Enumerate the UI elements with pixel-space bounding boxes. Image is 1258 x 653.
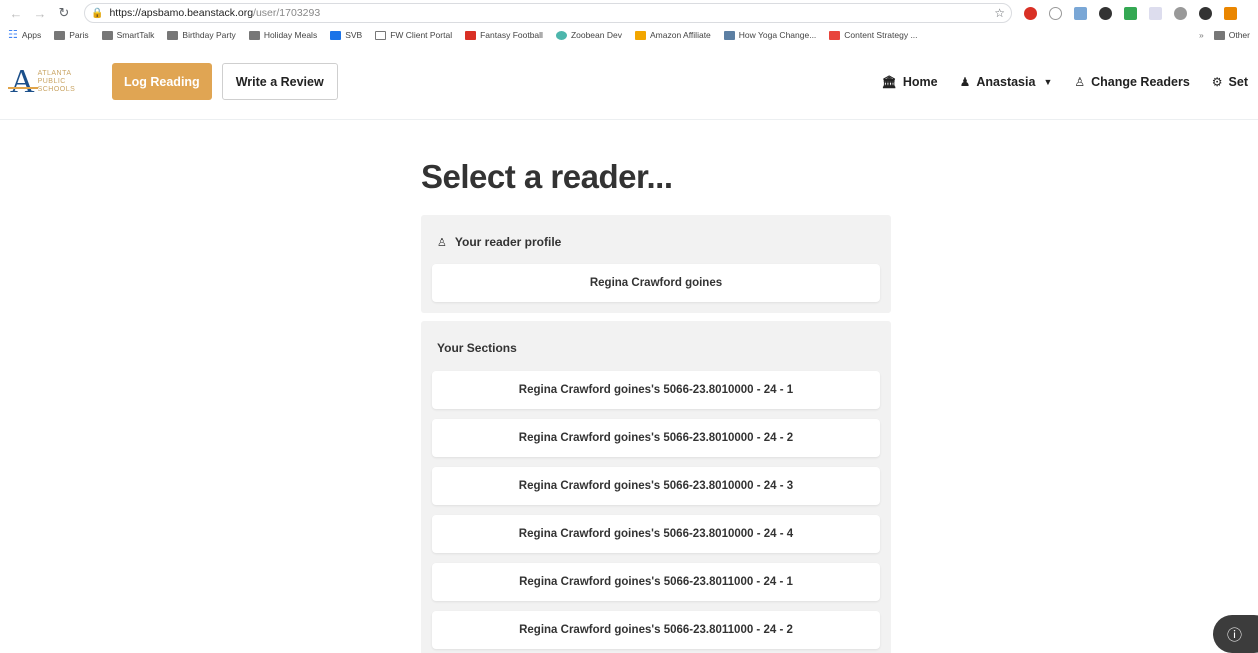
site-icon <box>465 30 477 40</box>
pinterest-extension-icon[interactable] <box>1024 6 1037 20</box>
section-card[interactable]: Regina Crawford goines's 5066-23.8010000… <box>432 419 880 457</box>
nav-home[interactable]: 🏛 Home <box>882 75 938 89</box>
folder-icon <box>167 30 179 40</box>
extension-icon[interactable] <box>1049 6 1062 20</box>
user-icon: ♙ <box>437 236 447 249</box>
extension-icons <box>1024 6 1249 20</box>
gear-icon: ⚙ <box>1211 74 1223 89</box>
more-bookmarks-icon[interactable]: » <box>1199 30 1204 40</box>
extension-icon[interactable] <box>1099 6 1112 20</box>
site-icon <box>829 30 841 40</box>
page-icon <box>375 30 387 40</box>
home-icon: 🏛 <box>881 74 897 89</box>
bookmark-folder[interactable]: Paris <box>54 30 89 40</box>
drive-extension-icon[interactable] <box>1124 6 1137 20</box>
forward-arrow-icon[interactable]: → <box>32 5 48 21</box>
folder-icon <box>101 30 113 40</box>
other-bookmarks[interactable]: » Other <box>1199 30 1250 40</box>
bookmark-link[interactable]: Zoobean Dev <box>555 30 622 40</box>
apps-grid-icon: ☷ <box>8 28 18 41</box>
nav-user-menu[interactable]: ♟ Anastasia ▼ <box>960 75 1053 89</box>
log-reading-button[interactable]: Log Reading <box>112 63 212 100</box>
bookmark-folder[interactable]: Holiday Meals <box>248 30 317 40</box>
reload-icon[interactable]: ↻ <box>56 5 72 21</box>
extension-icon[interactable] <box>1199 6 1212 20</box>
logo-text: ATLANTA PUBLIC SCHOOLS <box>37 69 76 93</box>
address-bar[interactable]: 🔒 https://apsbamo.beanstack.org/user/170… <box>84 3 1012 23</box>
help-icon: ⓘ <box>1227 626 1243 644</box>
bookmark-folder[interactable]: Birthday Party <box>167 30 236 40</box>
site-icon <box>723 30 735 40</box>
url-text: https://apsbamo.beanstack.org/user/17032… <box>109 7 321 19</box>
folder-icon <box>248 30 260 40</box>
nav-change-readers[interactable]: ♙ Change Readers <box>1074 75 1189 89</box>
site-icon <box>330 30 342 40</box>
section-card[interactable]: Regina Crawford goines's 5066-23.8010000… <box>432 515 880 553</box>
reader-profile-heading: ♙ Your reader profile <box>437 235 562 249</box>
extension-icon[interactable] <box>1224 6 1237 20</box>
folder-icon <box>54 30 66 40</box>
sections-heading: Your Sections <box>437 341 517 355</box>
folder-icon <box>1213 30 1225 40</box>
nav-settings[interactable]: ⚙ Set <box>1212 75 1248 89</box>
bookmark-apps[interactable]: ☷ Apps <box>8 28 41 41</box>
bookmarks-bar: ☷ Apps Paris SmartTalk Birthday Party Ho… <box>0 26 1258 44</box>
camera-extension-icon[interactable] <box>1174 6 1187 20</box>
bookmark-folder[interactable]: SmartTalk <box>101 30 154 40</box>
bookmark-link[interactable]: SVB <box>330 30 362 40</box>
bookmark-link[interactable]: How Yoga Change... <box>723 30 816 40</box>
heart-icon <box>555 30 567 40</box>
section-card[interactable]: Regina Crawford goines's 5066-23.8011000… <box>432 563 880 601</box>
extension-icon[interactable] <box>1149 6 1162 20</box>
write-review-button[interactable]: Write a Review <box>221 63 338 100</box>
sections-panel: Your Sections Regina Crawford goines's 5… <box>421 321 891 653</box>
top-nav: 🏛 Home ♟ Anastasia ▼ ♙ Change Readers ⚙ … <box>860 75 1248 89</box>
extension-icon[interactable] <box>1074 6 1087 20</box>
section-card[interactable]: Regina Crawford goines's 5066-23.8010000… <box>432 371 880 409</box>
bookmark-link[interactable]: FW Client Portal <box>375 30 452 40</box>
site-icon <box>634 30 646 40</box>
caret-down-icon: ▼ <box>1043 76 1053 87</box>
browser-toolbar: ← → ↻ 🔒 https://apsbamo.beanstack.org/us… <box>0 0 1258 26</box>
logo-mark-icon: A <box>8 62 38 100</box>
bookmark-link[interactable]: Fantasy Football <box>465 30 543 40</box>
section-card[interactable]: Regina Crawford goines's 5066-23.8011000… <box>432 611 880 649</box>
user-icon: ♙ <box>1074 74 1086 89</box>
bookmark-star-icon[interactable]: ☆ <box>994 6 1005 20</box>
school-logo[interactable]: A ATLANTA PUBLIC SCHOOLS <box>8 62 94 102</box>
reader-profile-panel: ♙ Your reader profile Regina Crawford go… <box>421 215 891 313</box>
bookmark-link[interactable]: Content Strategy ... <box>829 30 918 40</box>
app-header: A ATLANTA PUBLIC SCHOOLS Log Reading Wri… <box>0 44 1258 120</box>
reader-profile-card[interactable]: Regina Crawford goines <box>432 264 880 302</box>
page-title: Select a reader... <box>421 158 673 195</box>
help-button[interactable]: ⓘ <box>1213 615 1258 653</box>
lock-icon: 🔒 <box>91 7 104 19</box>
family-icon: ♟ <box>959 74 971 89</box>
section-card[interactable]: Regina Crawford goines's 5066-23.8010000… <box>432 467 880 505</box>
bookmark-link[interactable]: Amazon Affiliate <box>634 30 711 40</box>
back-arrow-icon[interactable]: ← <box>8 5 24 21</box>
